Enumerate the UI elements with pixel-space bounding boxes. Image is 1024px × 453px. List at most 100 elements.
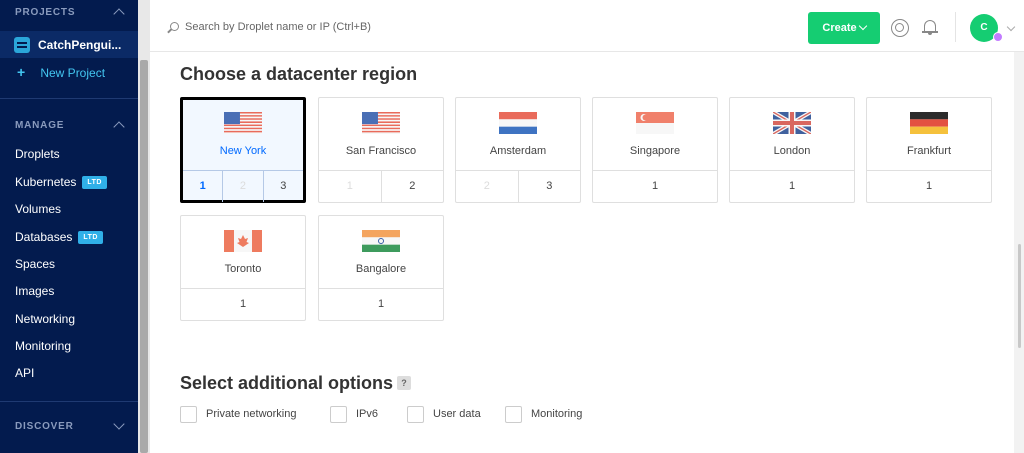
region-name: Frankfurt <box>906 145 951 157</box>
datacenter-option: 2 <box>222 171 262 202</box>
datacenter-number-row: 1 <box>867 170 991 202</box>
sidebar-item-api[interactable]: API <box>15 366 34 380</box>
sidebar-item-networking[interactable]: Networking <box>15 312 75 326</box>
search-icon <box>170 22 179 31</box>
checkbox[interactable] <box>330 406 347 423</box>
region-name: New York <box>219 145 267 157</box>
main-scrollbar-thumb[interactable] <box>1018 244 1021 348</box>
chevron-up-icon[interactable] <box>113 8 125 20</box>
sidebar-item-kubernetes[interactable]: Kubernetes LTD <box>15 175 107 189</box>
chevron-up-icon[interactable] <box>113 121 125 133</box>
datacenter-number-row: 12 <box>319 170 443 202</box>
ltd-badge: LTD <box>82 176 107 189</box>
app-root: PROJECTS CatchPengui... + New Project MA… <box>0 0 1024 453</box>
region-name: Toronto <box>224 263 262 275</box>
sidebar-item-label: Volumes <box>15 202 62 216</box>
datacenter-option: 2 <box>483 180 490 192</box>
option-label: Monitoring <box>531 408 583 420</box>
sidebar-item-label: API <box>15 366 35 380</box>
sidebar-item-label: Images <box>15 284 55 298</box>
region-name: London <box>773 145 811 157</box>
region-card-amsterdam[interactable]: Amsterdam 2 3 <box>455 97 581 203</box>
datacenter-option[interactable]: 3 <box>517 171 581 202</box>
lifebuoy-help-icon[interactable] <box>891 19 909 37</box>
discover-heading: DISCOVER <box>15 421 74 432</box>
options-title-text: Select additional options <box>180 373 394 393</box>
region-card-toronto[interactable]: Toronto 1 <box>180 215 306 321</box>
in-flag-icon <box>362 230 400 252</box>
checkbox[interactable] <box>407 406 424 423</box>
datacenter-option[interactable]: 3 <box>262 171 303 202</box>
sidebar-item-databases[interactable]: Databases LTD <box>15 230 103 244</box>
us-flag-icon <box>224 112 262 134</box>
new-project-link[interactable]: + New Project <box>17 64 105 80</box>
datacenter-option[interactable]: 1 <box>319 289 443 320</box>
region-card-frankfurt[interactable]: Frankfurt 1 <box>866 97 992 203</box>
datacenter-number-row: 123 <box>183 170 303 202</box>
sidebar-item-label: Droplets <box>15 147 60 161</box>
region-name: Bangalore <box>355 263 407 275</box>
region-card-san-francisco[interactable]: San Francisco 1 2 <box>318 97 444 203</box>
sg-flag-icon <box>636 112 674 134</box>
plus-icon: + <box>17 64 26 80</box>
region-name: Amsterdam <box>489 145 547 157</box>
sidebar-item-spaces[interactable]: Spaces <box>15 257 55 271</box>
region-card-new-york[interactable]: New York 1 2 3 <box>180 97 306 203</box>
checkbox[interactable] <box>505 406 522 423</box>
chevron-down-icon[interactable] <box>1006 22 1016 32</box>
datacenter-option[interactable]: 1 <box>181 289 305 320</box>
region-card-singapore[interactable]: Singapore 1 <box>592 97 718 203</box>
manage-heading: MANAGE <box>15 120 65 131</box>
datacenter-option[interactable]: 2 <box>380 171 444 202</box>
create-button[interactable]: Create <box>808 12 880 44</box>
ca-flag-icon <box>224 230 262 252</box>
datacenter-option[interactable]: 1 <box>593 171 717 202</box>
sidebar-divider <box>0 98 138 99</box>
region-name: San Francisco <box>345 145 417 157</box>
top-header: Create C <box>150 0 1024 52</box>
sidebar-item-label: Kubernetes <box>15 175 77 189</box>
ltd-badge: LTD <box>78 231 103 244</box>
current-project[interactable]: CatchPengui... <box>0 31 138 58</box>
sidebar-item-volumes[interactable]: Volumes <box>15 202 61 216</box>
current-project-label: CatchPengui... <box>38 38 122 52</box>
sidebar: PROJECTS CatchPengui... + New Project MA… <box>0 0 138 453</box>
checkbox[interactable] <box>180 406 197 423</box>
uk-flag-icon <box>773 112 811 134</box>
sidebar-item-droplets[interactable]: Droplets <box>15 147 60 161</box>
create-button-label: Create <box>822 22 857 34</box>
datacenter-option[interactable]: 1 <box>867 171 991 202</box>
sidebar-scrollbar-thumb[interactable] <box>140 60 148 453</box>
projects-heading: PROJECTS <box>15 7 76 18</box>
region-card-london[interactable]: London 1 <box>729 97 855 203</box>
datacenter-option: 1 <box>346 180 353 192</box>
datacenter-title: Choose a datacenter region <box>180 64 418 84</box>
datacenter-option[interactable]: 1 <box>730 171 854 202</box>
search-input[interactable] <box>185 18 585 36</box>
help-icon[interactable]: ? <box>397 376 412 390</box>
project-icon <box>14 37 30 53</box>
datacenter-number-row: 1 <box>593 170 717 202</box>
options-title: Select additional options? <box>180 373 412 394</box>
datacenter-number-row: 1 <box>181 288 305 320</box>
bell-icon[interactable] <box>922 18 938 36</box>
region-card-bangalore[interactable]: Bangalore 1 <box>318 215 444 321</box>
chevron-down-icon[interactable] <box>113 418 125 430</box>
datacenter-number-row: 1 <box>319 288 443 320</box>
datacenter-option[interactable]: 1 <box>183 171 222 202</box>
sidebar-item-label: Networking <box>15 312 76 326</box>
nl-flag-icon <box>499 112 537 134</box>
header-divider <box>955 12 956 42</box>
sidebar-item-label: Monitoring <box>15 339 72 353</box>
sidebar-item-images[interactable]: Images <box>15 284 54 298</box>
option-label: Private networking <box>206 408 297 420</box>
new-project-label: New Project <box>40 66 106 80</box>
option-label: User data <box>433 408 481 420</box>
sidebar-item-monitoring[interactable]: Monitoring <box>15 339 71 353</box>
sidebar-item-label: Spaces <box>15 257 56 271</box>
datacenter-number-row: 1 <box>730 170 854 202</box>
region-name: Singapore <box>629 145 681 157</box>
sidebar-item-label: Databases <box>15 230 73 244</box>
option-label: IPv6 <box>356 408 379 420</box>
us-flag-icon <box>362 112 400 134</box>
